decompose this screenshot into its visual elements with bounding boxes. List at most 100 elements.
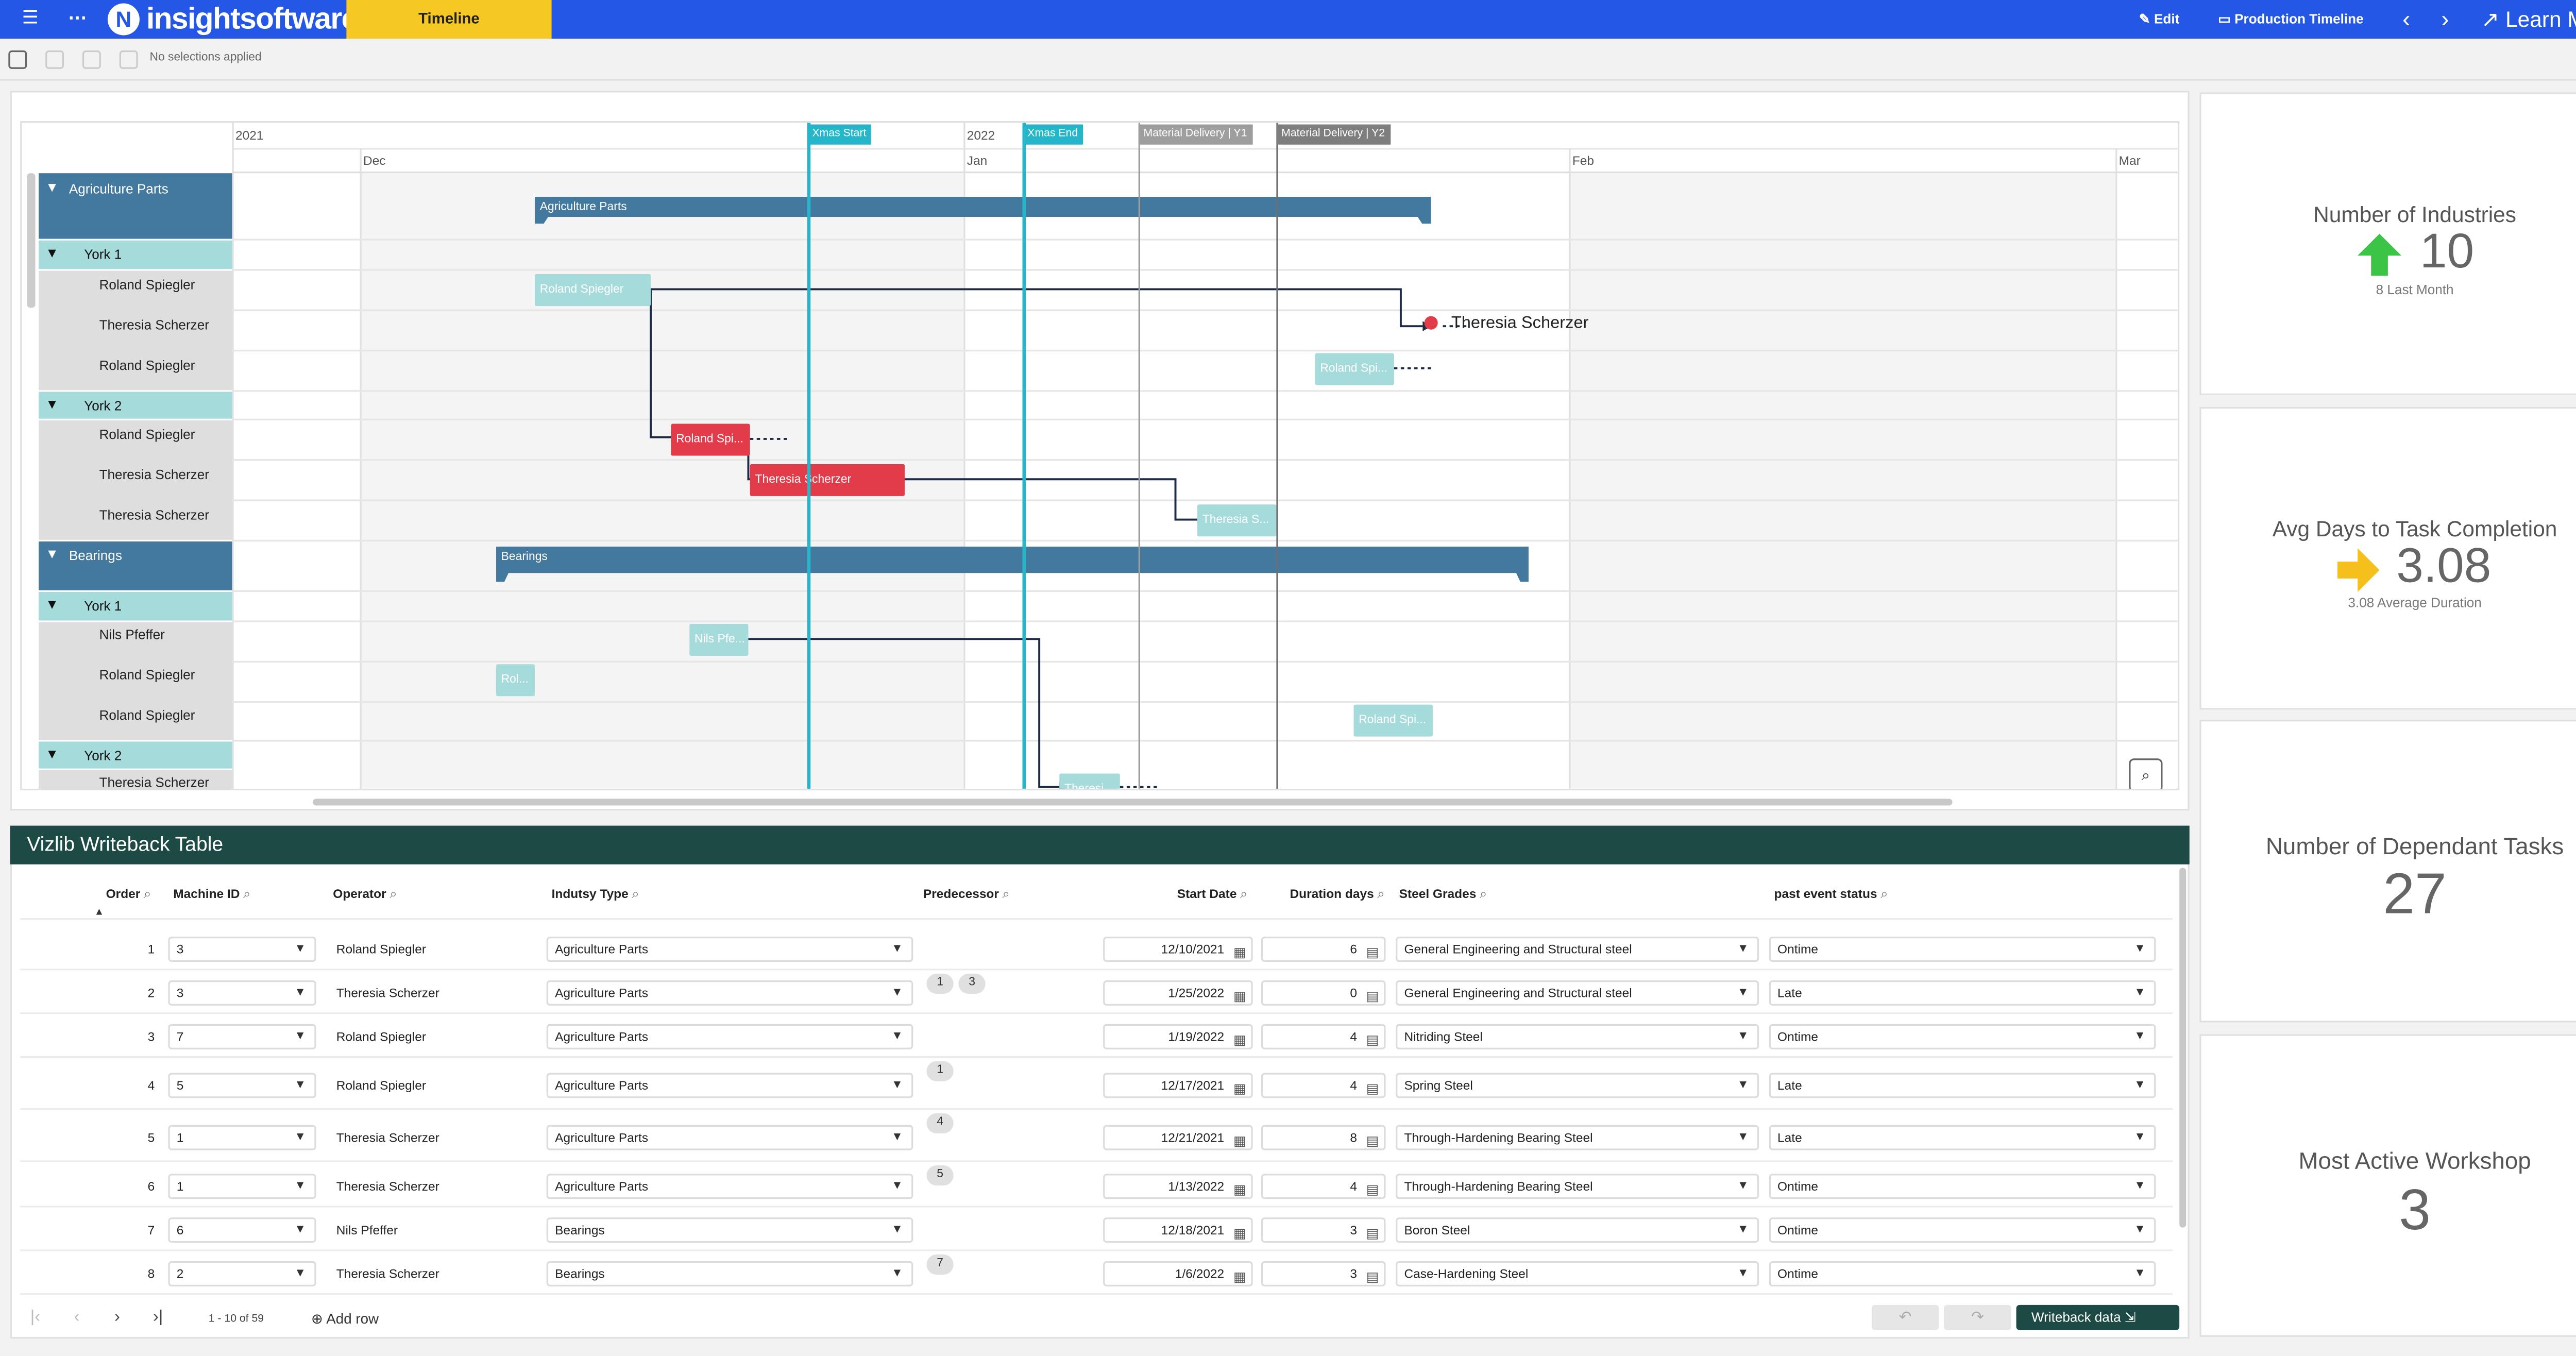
duration-input[interactable]: 4 ▤ [1261,1073,1386,1098]
tab-timeline[interactable]: Timeline [346,0,552,39]
column-header-start-date[interactable]: Start Date ⌕ [1177,886,1248,903]
task-bar[interactable]: Theresia Scherzer [750,464,905,496]
search-icon[interactable]: ⌕ [144,886,151,901]
calculator-icon[interactable]: ▤ [1366,1179,1379,1200]
event-status-select[interactable]: Ontime ▼ [1769,1174,2156,1199]
duration-input[interactable]: 4 ▤ [1261,1174,1386,1199]
start-date-input[interactable]: 1/19/2022 ▦ [1103,1024,1253,1051]
search-icon[interactable]: ⌕ [1240,886,1248,901]
machine-id-select[interactable]: 1 ▼ [168,1174,316,1199]
industry-type-select[interactable]: Agriculture Parts ▼ [546,980,913,1006]
duration-input[interactable]: 6 ▤ [1261,937,1386,962]
smart-search-icon[interactable] [8,50,27,69]
task-bar[interactable]: Theresia S... [1197,504,1277,537]
machine-id-select[interactable]: 7 ▼ [168,1024,316,1049]
kpi-card-active-workshop[interactable]: Most Active Workshop 3 [2199,1034,2576,1337]
start-date-input[interactable]: 12/17/2021 ▦ [1103,1073,1253,1098]
clear-selections-icon[interactable] [119,50,138,69]
calendar-icon[interactable]: ▦ [1233,1266,1246,1288]
calendar-icon[interactable]: ▦ [1233,942,1246,963]
steel-grade-select[interactable]: Through-Hardening Bearing Steel ▼ [1396,1125,1759,1150]
zoom-search-icon[interactable]: ⌕ [2129,758,2163,789]
horizontal-scrollbar[interactable] [313,799,1953,806]
step-forward-icon[interactable] [82,50,101,69]
event-status-select[interactable]: Ontime ▼ [1769,1261,2156,1286]
column-header-machine-id[interactable]: Machine ID ⌕ [173,886,250,903]
duration-input[interactable]: 8 ▤ [1261,1125,1386,1150]
column-header-order[interactable]: Order ⌕ [106,886,151,903]
column-header-steel-grades[interactable]: Steel Grades ⌕ [1399,886,1487,903]
add-row-button[interactable]: ⊕ Add row [311,1310,379,1329]
industry-type-select[interactable]: Agriculture Parts ▼ [546,1125,913,1150]
machine-id-select[interactable]: 3 ▼ [168,980,316,1006]
predecessor-chip[interactable]: 4 [926,1113,954,1133]
start-date-input[interactable]: 12/21/2021 ▦ [1103,1125,1253,1151]
search-icon[interactable]: ⌕ [1377,886,1385,901]
calendar-icon[interactable]: ▦ [1233,1223,1246,1244]
calculator-icon[interactable]: ▤ [1366,1029,1379,1051]
event-status-select[interactable]: Ontime ▼ [1769,1024,2156,1049]
task-bar[interactable]: Roland Spi... [671,423,750,456]
task-bar[interactable]: Theresi... [1059,773,1120,789]
search-icon[interactable]: ⌕ [1880,886,1888,901]
steel-grade-select[interactable]: General Engineering and Structural steel… [1396,980,1759,1006]
calculator-icon[interactable]: ▤ [1366,1130,1379,1151]
calculator-icon[interactable]: ▤ [1366,1078,1379,1099]
column-header-duration[interactable]: Duration days ⌕ [1290,886,1384,903]
industry-type-select[interactable]: Bearings ▼ [546,1217,913,1243]
task-bar[interactable]: Nils Pfe... [689,623,749,656]
previous-page-icon[interactable]: ‹ [74,1308,80,1327]
start-date-input[interactable]: 1/13/2022 ▦ [1103,1174,1253,1199]
duration-input[interactable]: 3 ▤ [1261,1217,1386,1243]
next-page-icon[interactable]: › [114,1308,120,1327]
marker-label[interactable]: Xmas End [1022,124,1083,145]
search-icon[interactable]: ⌕ [1480,886,1487,901]
predecessor-chip[interactable]: 1 [926,1061,954,1081]
edit-button[interactable]: ✎ Edit [2139,0,2179,39]
calculator-icon[interactable]: ▤ [1366,986,1379,1007]
search-icon[interactable]: ⌕ [389,886,397,901]
marker-label[interactable]: Xmas Start [807,124,872,145]
task-bar[interactable]: Roland Spiegler [534,274,651,307]
duration-input[interactable]: 3 ▤ [1261,1261,1386,1286]
calculator-icon[interactable]: ▤ [1366,1223,1379,1244]
predecessor-chip[interactable]: 7 [926,1254,954,1275]
start-date-input[interactable]: 12/10/2021 ▦ [1103,937,1253,963]
event-status-select[interactable]: Ontime ▼ [1769,1217,2156,1243]
machine-id-select[interactable]: 1 ▼ [168,1125,316,1150]
machine-id-select[interactable]: 3 ▼ [168,937,316,962]
gantt-chart[interactable]: 2021 2022 Dec Jan Feb Mar ▼ Agriculture … [20,121,2180,791]
next-sheet-icon[interactable]: › [2433,0,2457,39]
kpi-card-avg-days[interactable]: Avg Days to Task Completion 3.08 3.08 Av… [2199,406,2576,710]
undo-button[interactable]: ↶ [1871,1304,1939,1330]
duration-input[interactable]: 4 ▤ [1261,1024,1386,1049]
sheet-selector[interactable]: ▭ Production Timeline [2218,0,2363,39]
calculator-icon[interactable]: ▤ [1366,1266,1379,1288]
industry-type-select[interactable]: Agriculture Parts ▼ [546,1073,913,1098]
search-icon[interactable]: ⌕ [1002,886,1010,901]
kpi-card-dependant-tasks[interactable]: Number of Dependant Tasks 27 [2199,719,2576,1023]
first-page-icon[interactable]: |‹ [30,1308,40,1327]
task-bar[interactable]: Roland Spi... [1353,704,1433,737]
steel-grade-select[interactable]: Case-Hardening Steel ▼ [1396,1261,1759,1286]
step-back-icon[interactable] [45,50,64,69]
steel-grade-select[interactable]: Through-Hardening Bearing Steel ▼ [1396,1174,1759,1199]
start-date-input[interactable]: 1/6/2022 ▦ [1103,1261,1253,1288]
calendar-icon[interactable]: ▦ [1233,1029,1246,1051]
predecessor-chip[interactable]: 1 [926,973,954,994]
previous-sheet-icon[interactable]: ‹ [2395,0,2418,39]
duration-input[interactable]: 0 ▤ [1261,980,1386,1006]
industry-type-select[interactable]: Agriculture Parts ▼ [546,1174,913,1199]
kpi-card-industries[interactable]: Number of Industries 10 8 Last Month [2199,92,2576,396]
more-options-icon[interactable]: ⋯ [64,0,91,39]
calendar-icon[interactable]: ▦ [1233,986,1246,1007]
steel-grade-select[interactable]: Boron Steel ▼ [1396,1217,1759,1243]
task-bar[interactable]: Rol... [496,664,535,697]
sort-ascending-icon[interactable]: ▲ [94,908,104,919]
steel-grade-select[interactable]: Nitriding Steel ▼ [1396,1024,1759,1049]
event-status-select[interactable]: Late ▼ [1769,1073,2156,1098]
industry-type-select[interactable]: Bearings ▼ [546,1261,913,1286]
table-vertical-scrollbar[interactable] [2179,868,2187,1228]
calendar-icon[interactable]: ▦ [1233,1130,1246,1151]
start-date-input[interactable]: 1/25/2022 ▦ [1103,980,1253,1007]
